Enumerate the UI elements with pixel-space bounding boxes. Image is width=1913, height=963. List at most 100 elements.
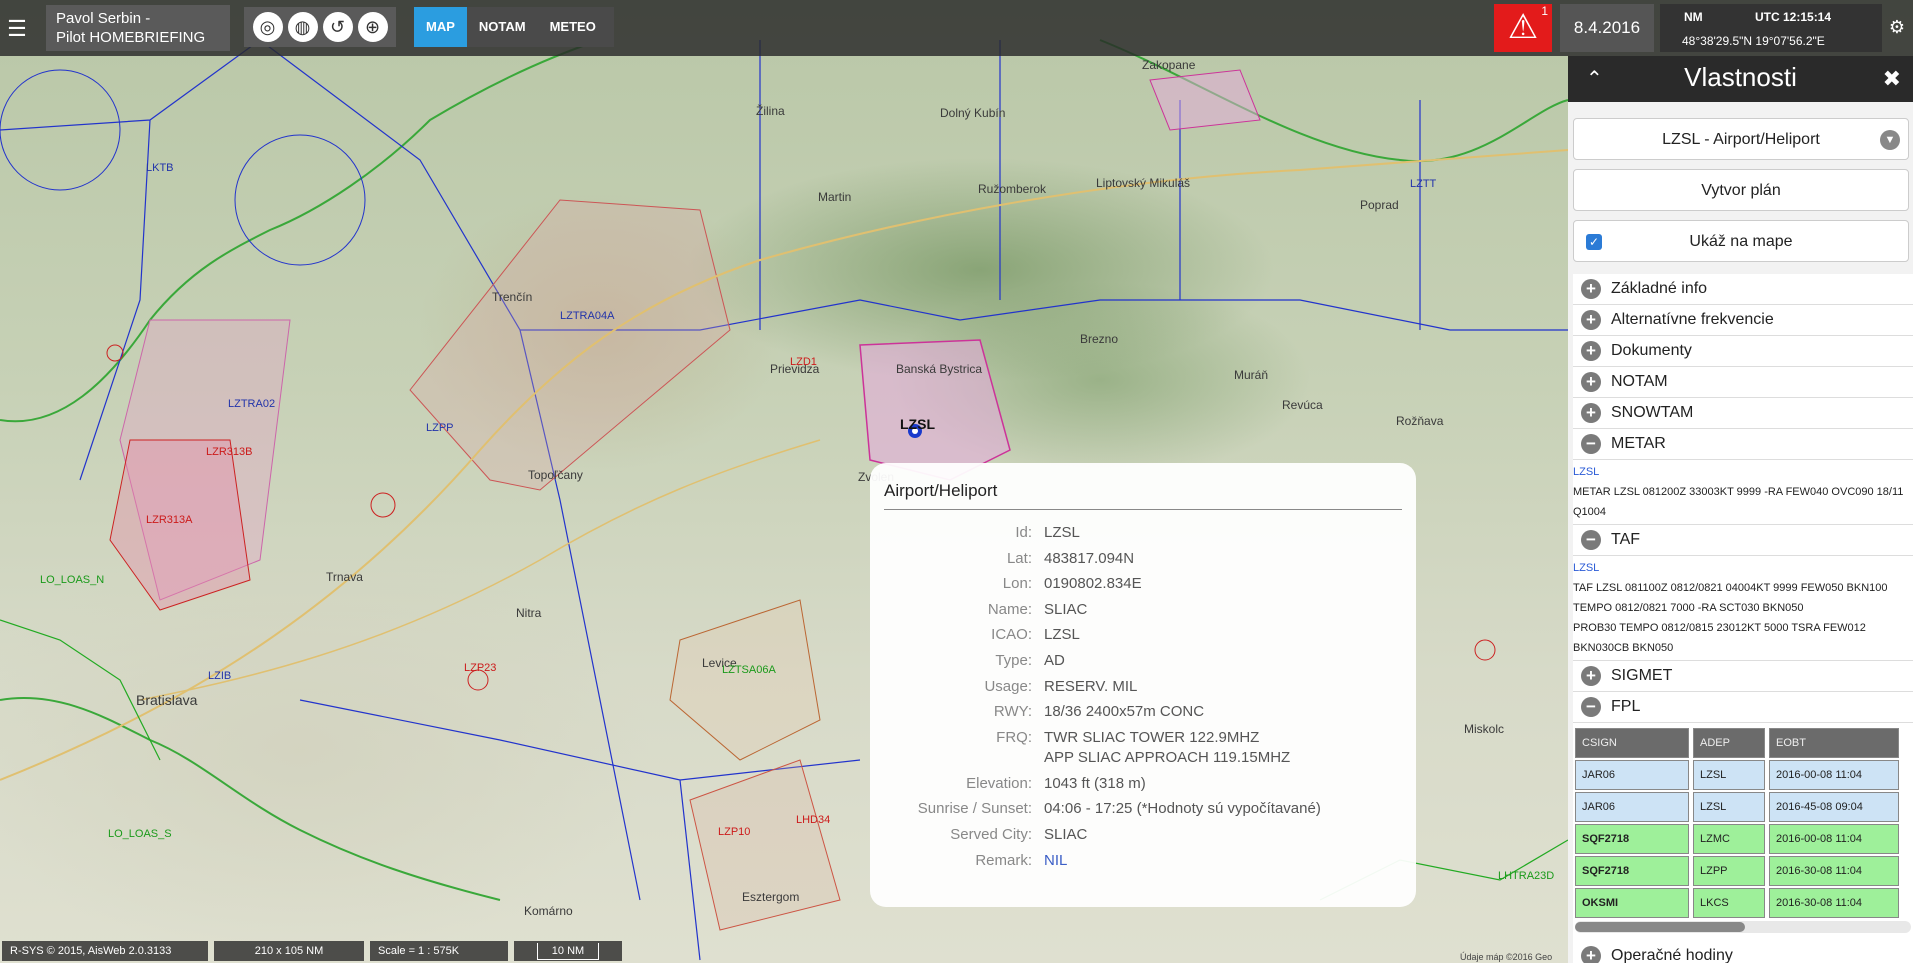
section-label: Alternatívne frekvencie: [1611, 311, 1774, 328]
section-sigmet[interactable]: + SIGMET: [1573, 661, 1913, 692]
checkbox-checked-icon[interactable]: ✓: [1586, 234, 1602, 250]
section-label: SIGMET: [1611, 667, 1673, 684]
alert-button[interactable]: ⚠ 1: [1494, 4, 1552, 52]
user-name: Pavol Serbin -: [56, 10, 151, 27]
scale-bar: 10 NM: [514, 941, 622, 961]
section-zakladne-info[interactable]: + Základné info: [1573, 274, 1913, 305]
cell-eobt: 2016-00-08 11:04: [1769, 824, 1899, 854]
row-value: LZSL: [1044, 524, 1080, 541]
map-city-label: Martin: [818, 190, 852, 204]
popup-row-city: Served City: SLIAC: [884, 822, 1402, 848]
airport-select[interactable]: LZSL - Airport/Heliport ▼: [1573, 118, 1909, 160]
frq-approach: APP SLIAC APPROACH 119.15MHZ: [1044, 748, 1291, 766]
row-label: Served City:: [950, 825, 1032, 843]
table-row[interactable]: JAR06 LZSL 2016-45-08 09:04: [1573, 791, 1913, 823]
metar-content: LZSL METAR LZSL 081200Z 33003KT 9999 -RA…: [1573, 460, 1913, 525]
date-display[interactable]: 8.4.2016: [1560, 4, 1654, 52]
section-taf[interactable]: − TAF: [1573, 525, 1913, 556]
metar-line: METAR LZSL 081200Z 33003KT 9999 -RA FEW0…: [1573, 486, 1904, 498]
scrollbar-thumb[interactable]: [1575, 922, 1745, 932]
map-tools: ◎ ◍ ↺ ⊕: [244, 7, 396, 47]
globe-grid-icon[interactable]: ⊕: [357, 12, 388, 42]
plus-icon: +: [1581, 341, 1601, 361]
gear-icon[interactable]: ⚙: [1886, 16, 1908, 38]
section-label: NOTAM: [1611, 373, 1668, 390]
row-label: Id:: [1015, 524, 1032, 541]
row-value: SLIAC: [1044, 825, 1088, 843]
row-label: Sunrise / Sunset:: [917, 800, 1032, 818]
status-bar: R-SYS © 2015, AisWeb 2.0.3133 210 x 105 …: [0, 939, 1568, 963]
row-label: RWY:: [993, 703, 1032, 721]
map-city-label: Rožňava: [1396, 414, 1444, 428]
panel-title: Vlastnosti: [1684, 62, 1797, 92]
rotate-icon[interactable]: ↺: [322, 12, 353, 42]
section-fpl[interactable]: − FPL: [1573, 692, 1913, 723]
map-restricted-label: LZR313A: [146, 514, 193, 526]
table-row[interactable]: JAR06 LZSL 2016-00-08 11:04: [1573, 759, 1913, 791]
section-label: SNOWTAM: [1611, 404, 1694, 421]
scale-bar-label: 10 NM: [536, 943, 600, 960]
metar-station[interactable]: LZSL: [1573, 462, 1913, 482]
cell-eobt: 2016-45-08 09:04: [1769, 792, 1899, 822]
row-label: Type:: [995, 651, 1032, 669]
map-airspace-label: LO_LOAS_S: [108, 828, 172, 840]
section-label: FPL: [1611, 698, 1641, 715]
map-airspace-label: LO_LOAS_N: [40, 574, 105, 586]
hamburger-menu-icon[interactable]: ☰: [4, 16, 30, 42]
column-header[interactable]: CSIGN: [1575, 728, 1689, 758]
map-airspace-label: LZPP: [426, 422, 454, 434]
row-value[interactable]: NIL: [1044, 848, 1402, 874]
coordinate-display: NM UTC 12:15:14 48°38'29.5"N 19°07'56.2"…: [1660, 4, 1882, 52]
map-airspace-label: LZTRA04A: [560, 310, 615, 322]
plus-icon: +: [1581, 310, 1601, 330]
tab-meteo[interactable]: METEO: [538, 7, 608, 47]
map-airspace-label: LZTT: [1410, 178, 1437, 190]
column-header[interactable]: EOBT: [1769, 728, 1899, 758]
globe-icon[interactable]: ◍: [287, 12, 318, 42]
chevron-down-icon: ▼: [1880, 130, 1900, 150]
column-header[interactable]: ADEP: [1693, 728, 1765, 758]
map-extent: 210 x 105 NM: [214, 941, 364, 961]
unit-toggle[interactable]: NM: [1684, 10, 1703, 24]
compass-icon[interactable]: ◎: [252, 12, 283, 42]
chevron-up-icon[interactable]: ⌃: [1586, 66, 1603, 91]
map-city-label: Komárno: [524, 904, 573, 918]
section-metar[interactable]: − METAR: [1573, 429, 1913, 460]
section-dokumenty[interactable]: + Dokumenty: [1573, 336, 1913, 367]
table-row[interactable]: SQF2718 LZPP 2016-30-08 11:04: [1573, 855, 1913, 887]
map-airport-label[interactable]: LZSL: [900, 416, 935, 432]
section-notam[interactable]: + NOTAM: [1573, 367, 1913, 398]
tab-notam[interactable]: NOTAM: [467, 7, 538, 47]
section-snowtam[interactable]: + SNOWTAM: [1573, 398, 1913, 429]
cell-csign: SQF2718: [1575, 824, 1689, 854]
map-city-label: Muráň: [1234, 368, 1269, 382]
cell-eobt: 2016-00-08 11:04: [1769, 760, 1899, 790]
taf-station[interactable]: LZSL: [1573, 558, 1913, 578]
popup-row-lat: Lat: 483817.094N: [884, 546, 1402, 572]
fpl-horizontal-scrollbar[interactable]: [1575, 921, 1911, 933]
table-row[interactable]: OKSMI LKCS 2016-30-08 11:04: [1573, 887, 1913, 919]
row-value: LZSL: [1044, 626, 1080, 644]
row-value: 04:06 - 17:25 (*Hodnoty sú vypočítavané): [1044, 800, 1321, 818]
row-label: Lon:: [1002, 575, 1032, 593]
user-info[interactable]: Pavol Serbin - Pilot HOMEBRIEFING: [46, 5, 230, 51]
table-row[interactable]: SQF2718 LZMC 2016-00-08 11:04: [1573, 823, 1913, 855]
metar-line: Q1004: [1573, 506, 1607, 518]
map-restricted-label: LHD34: [796, 814, 831, 826]
show-on-map-toggle[interactable]: ✓ Ukáž na mape: [1573, 220, 1909, 262]
row-label: ICAO:: [991, 626, 1032, 644]
row-label: Remark:: [975, 851, 1032, 869]
map-restricted-label: LZD1: [790, 356, 817, 368]
popup-row-type: Type: AD: [884, 648, 1402, 674]
section-alt-frekvencie[interactable]: + Alternatívne frekvencie: [1573, 305, 1913, 336]
close-icon[interactable]: ✖: [1883, 66, 1901, 92]
map-city-label: Esztergom: [742, 890, 800, 904]
tab-map[interactable]: MAP: [414, 7, 467, 47]
properties-panel: Vlastnosti ⌃ ✖ LZSL - Airport/Heliport ▼…: [1568, 56, 1913, 963]
create-plan-button[interactable]: Vytvor plán: [1573, 169, 1909, 211]
plus-icon: +: [1581, 372, 1601, 392]
panel-header: Vlastnosti ⌃ ✖: [1568, 56, 1913, 102]
map-restricted-label: LZR313B: [206, 446, 253, 458]
airport-select-value: LZSL - Airport/Heliport: [1662, 131, 1820, 148]
section-operacne-hodiny[interactable]: + Operačné hodiny: [1573, 941, 1913, 963]
